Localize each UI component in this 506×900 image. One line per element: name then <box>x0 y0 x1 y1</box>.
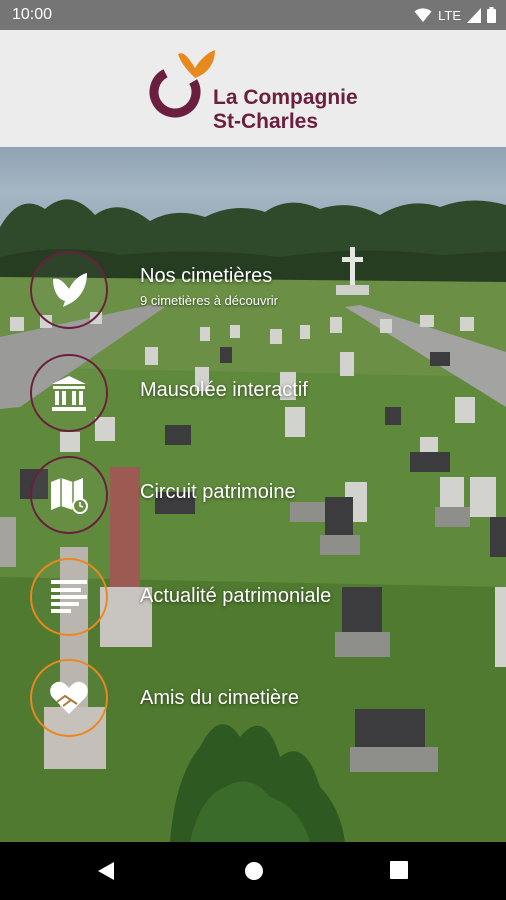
menu-item-circuit-patrimoine[interactable]: Circuit patrimoine <box>0 452 506 536</box>
menu-label-mausolee[interactable]: Mausolée interactif <box>140 379 308 402</box>
menu-label-actualite[interactable]: Actualité patrimoniale <box>140 585 331 608</box>
menu-circle-actualite[interactable] <box>30 558 108 636</box>
menu-subtitle-nos-cimetieres: 9 cimetières à découvrir <box>140 293 278 308</box>
menu-item-amis[interactable]: Amis du cimetière <box>0 656 506 740</box>
battery-icon <box>487 7 496 23</box>
recents-icon[interactable] <box>389 860 409 880</box>
mausoleum-icon <box>52 376 86 411</box>
menu-circle-circuit-patrimoine[interactable] <box>30 456 108 534</box>
wifi-icon <box>414 8 432 22</box>
company-logo: La Compagnie St-Charles <box>145 50 375 133</box>
heart-hand-icon <box>50 681 88 714</box>
home-icon[interactable] <box>243 860 265 882</box>
network-type: LTE <box>438 7 461 23</box>
status-icons: LTE <box>414 6 496 24</box>
dove-icon <box>53 273 87 307</box>
menu-label-circuit-patrimoine[interactable]: Circuit patrimoine <box>140 481 296 504</box>
logo-text-line2: St-Charles <box>213 110 319 133</box>
logo-mark-icon <box>149 50 215 118</box>
menu-item-actualite[interactable]: Actualité patrimoniale <box>0 554 506 638</box>
navigation-bar <box>0 842 506 900</box>
menu-label-amis[interactable]: Amis du cimetière <box>140 687 299 710</box>
logo-text-line1: La Compagnie <box>213 86 358 109</box>
status-bar: 10:00 LTE <box>0 0 506 30</box>
menu-circle-nos-cimetieres[interactable] <box>30 251 108 329</box>
status-time: 10:00 <box>12 6 53 23</box>
menu-item-mausolee[interactable]: Mausolée interactif <box>0 350 506 434</box>
menu-item-nos-cimetieres[interactable]: Nos cimetières 9 cimetières à découvrir <box>0 248 506 332</box>
app-header: La Compagnie St-Charles <box>0 30 506 147</box>
menu-label-nos-cimetieres[interactable]: Nos cimetières <box>140 265 272 288</box>
menu-circle-mausolee[interactable] <box>30 354 108 432</box>
signal-icon <box>467 8 481 23</box>
menu-circle-amis[interactable] <box>30 659 108 737</box>
news-icon <box>51 580 87 613</box>
back-icon[interactable] <box>96 860 116 882</box>
map-icon <box>51 478 88 514</box>
